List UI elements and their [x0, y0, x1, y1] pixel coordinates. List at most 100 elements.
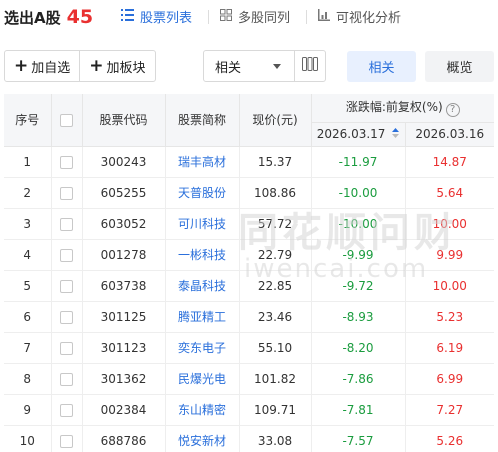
view-overview-button[interactable]: 概览 — [425, 51, 494, 82]
cell-name-link[interactable]: 可川科技 — [165, 208, 240, 240]
cell-index: 1 — [4, 146, 52, 178]
header-change-group: 涨跌幅:前复权(%)? — [311, 94, 494, 123]
cell-index: 10 — [4, 425, 52, 452]
table-row[interactable]: 4 001278 一彬科技 22.79 -9.99 9.99 — [4, 239, 494, 271]
cell-code: 301362 — [82, 363, 166, 395]
row-checkbox[interactable] — [60, 403, 73, 417]
cell-code: 301125 — [82, 301, 166, 333]
header-index: 序号 — [4, 94, 52, 147]
cell-name-link[interactable]: 瑞丰高材 — [165, 146, 240, 178]
cell-index: 7 — [4, 332, 52, 364]
tab-stock-list[interactable]: 股票列表 — [121, 7, 192, 26]
cell-name-link[interactable]: 民爆光电 — [165, 363, 240, 395]
cell-name-link[interactable]: 东山精密 — [165, 394, 240, 426]
cell-name-link[interactable]: 腾亚精工 — [165, 301, 240, 333]
cell-select[interactable] — [51, 301, 83, 333]
chevron-down-icon — [273, 64, 281, 69]
table-row[interactable]: 1 300243 瑞丰高材 15.37 -11.97 14.87 — [4, 146, 494, 178]
table-row[interactable]: 3 603052 可川科技 57.72 -10.00 10.00 — [4, 208, 494, 240]
stock-table: 序号 股票代码 股票简称 现价(元) 涨跌幅:前复权(%)? 2026.03.1… — [4, 94, 494, 452]
cell-select[interactable] — [51, 208, 83, 240]
table-row[interactable]: 9 002384 东山精密 109.71 -7.81 7.27 — [4, 394, 494, 426]
header-code[interactable]: 股票代码 — [82, 94, 166, 147]
cell-name-link[interactable]: 一彬科技 — [165, 239, 240, 271]
row-checkbox[interactable] — [60, 217, 73, 231]
header-price[interactable]: 现价(元) — [239, 94, 312, 147]
sort-select[interactable]: 相关 — [203, 50, 295, 82]
table-row[interactable]: 6 301125 腾亚精工 23.46 -8.93 5.23 — [4, 301, 494, 333]
header-change-label: 涨跌幅:前复权(%) — [345, 100, 443, 115]
cell-change-1: -8.20 — [311, 332, 406, 364]
cell-select[interactable] — [51, 239, 83, 271]
header-name[interactable]: 股票简称 — [165, 94, 240, 147]
tab-multi-stock-label: 多股同列 — [238, 11, 291, 26]
cell-index: 9 — [4, 394, 52, 426]
column-settings-button[interactable] — [294, 50, 326, 82]
cell-change-2: 10.00 — [405, 208, 494, 240]
table-row[interactable]: 2 605255 天普股份 108.86 -10.00 5.64 — [4, 177, 494, 209]
cell-change-1: -9.99 — [311, 239, 406, 271]
table-row[interactable]: 8 301362 民爆光电 101.82 -7.86 6.99 — [4, 363, 494, 395]
row-checkbox[interactable] — [60, 279, 73, 293]
cell-change-1: -10.00 — [311, 208, 406, 240]
cell-name-link[interactable]: 泰晶科技 — [165, 270, 240, 302]
cell-select[interactable] — [51, 425, 83, 452]
add-sector-button[interactable]: + 加板块 — [79, 51, 154, 81]
header-select-all[interactable] — [51, 94, 83, 147]
table-row[interactable]: 5 603738 泰晶科技 22.85 -9.72 10.00 — [4, 270, 494, 302]
plus-icon: + — [14, 55, 29, 76]
cell-change-2: 6.99 — [405, 363, 494, 395]
row-checkbox[interactable] — [60, 155, 73, 169]
cell-name-link[interactable]: 悦安新材 — [165, 425, 240, 452]
cell-select[interactable] — [51, 363, 83, 395]
cell-name-link[interactable]: 天普股份 — [165, 177, 240, 209]
header-date-2[interactable]: 2026.03.16 — [405, 122, 494, 147]
row-checkbox[interactable] — [60, 186, 73, 200]
cell-select[interactable] — [51, 270, 83, 302]
tab-visual-analysis[interactable]: 可视化分析 — [318, 7, 401, 26]
row-checkbox[interactable] — [60, 341, 73, 355]
cell-price: 33.08 — [239, 425, 312, 452]
cell-select[interactable] — [51, 177, 83, 209]
cell-price: 23.46 — [239, 301, 312, 333]
row-checkbox[interactable] — [60, 434, 73, 448]
header-date-1-label: 2026.03.17 — [316, 126, 386, 141]
columns-icon — [302, 57, 318, 75]
row-checkbox[interactable] — [60, 372, 73, 386]
cell-change-2: 5.26 — [405, 425, 494, 452]
tab-divider — [208, 10, 209, 24]
cell-price: 101.82 — [239, 363, 312, 395]
cell-select[interactable] — [51, 332, 83, 364]
cell-change-2: 5.23 — [405, 301, 494, 333]
cell-code: 605255 — [82, 177, 166, 209]
tab-multi-stock[interactable]: 多股同列 — [220, 7, 290, 26]
help-icon[interactable]: ? — [445, 103, 460, 118]
cell-name-link[interactable]: 奕东电子 — [165, 332, 240, 364]
cell-change-1: -10.00 — [311, 177, 406, 209]
cell-price: 109.71 — [239, 394, 312, 426]
cell-select[interactable] — [51, 394, 83, 426]
table-row[interactable]: 7 301123 奕东电子 55.10 -8.20 6.19 — [4, 332, 494, 364]
header-date-1[interactable]: 2026.03.17 — [311, 122, 406, 147]
cell-code: 001278 — [82, 239, 166, 271]
cell-code: 688786 — [82, 425, 166, 452]
add-watchlist-button[interactable]: + 加自选 — [5, 51, 79, 81]
bar-chart-icon — [318, 8, 330, 25]
tab-stock-list-label: 股票列表 — [140, 11, 193, 26]
plus-icon: + — [89, 55, 104, 76]
cell-change-1: -7.81 — [311, 394, 406, 426]
result-count: 45 — [66, 6, 94, 28]
view-related-button[interactable]: 相关 — [347, 51, 416, 82]
result-title: 选出A股 — [4, 8, 61, 27]
cell-change-1: -7.57 — [311, 425, 406, 452]
cell-price: 22.85 — [239, 270, 312, 302]
cell-index: 2 — [4, 177, 52, 209]
cell-change-1: -9.72 — [311, 270, 406, 302]
cell-select[interactable] — [51, 146, 83, 178]
cell-index: 3 — [4, 208, 52, 240]
row-checkbox[interactable] — [60, 310, 73, 324]
cell-price: 57.72 — [239, 208, 312, 240]
table-row[interactable]: 10 688786 悦安新材 33.08 -7.57 5.26 — [4, 425, 494, 452]
select-all-checkbox[interactable] — [60, 113, 73, 127]
row-checkbox[interactable] — [60, 248, 73, 262]
